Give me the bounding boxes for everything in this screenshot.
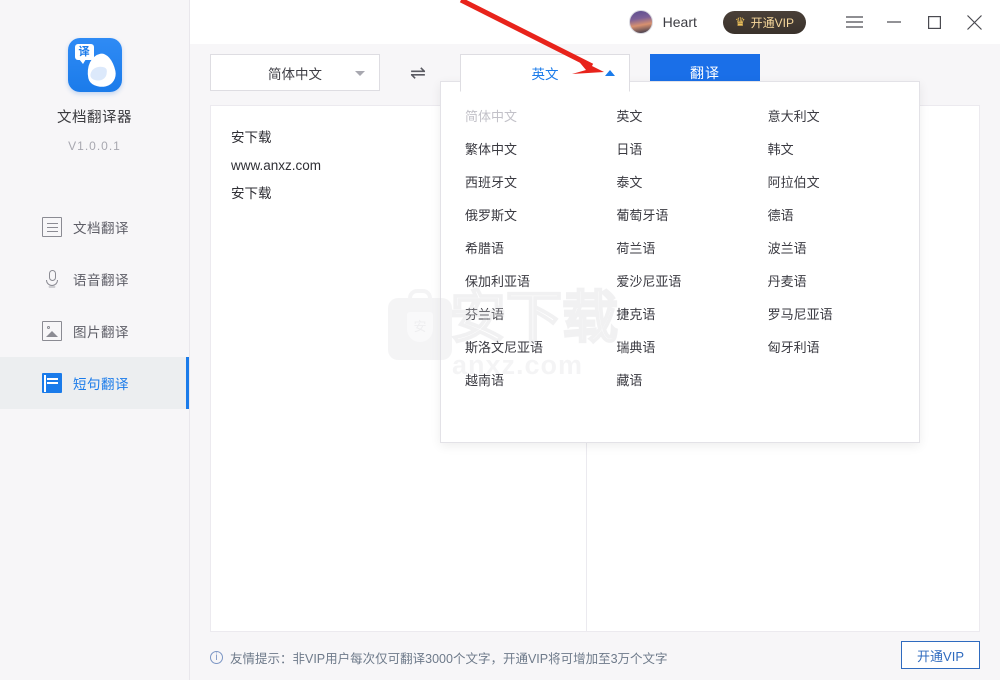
open-vip-button-label: 开通VIP bbox=[750, 15, 794, 30]
language-option[interactable]: 芬兰语 bbox=[465, 298, 616, 331]
avatar bbox=[628, 10, 653, 34]
language-option[interactable]: 日语 bbox=[616, 133, 767, 166]
sidebar: 译 文档翻译器 V1.0.0.1 文档翻译 语音翻译 图片翻译 短句翻译 bbox=[0, 0, 190, 680]
window-controls bbox=[834, 7, 994, 37]
language-option[interactable]: 罗马尼亚语 bbox=[768, 298, 919, 331]
language-option[interactable]: 韩文 bbox=[768, 133, 919, 166]
language-option[interactable]: 越南语 bbox=[465, 364, 616, 397]
language-column-1: 简体中文 繁体中文 西班牙文 俄罗斯文 希腊语 保加利亚语 芬兰语 斯洛文尼亚语… bbox=[465, 100, 616, 397]
chevron-up-icon bbox=[605, 70, 615, 76]
brand-block: 译 文档翻译器 V1.0.0.1 bbox=[0, 0, 189, 153]
language-option[interactable]: 德语 bbox=[768, 199, 919, 232]
sidebar-nav: 文档翻译 语音翻译 图片翻译 短句翻译 bbox=[0, 201, 189, 409]
target-language-select[interactable]: 英文 bbox=[460, 54, 630, 92]
document-icon bbox=[42, 217, 62, 237]
user-block[interactable]: Heart bbox=[628, 10, 697, 34]
username-label: Heart bbox=[662, 14, 697, 30]
maximize-icon[interactable] bbox=[914, 7, 954, 37]
titlebar: Heart ♛ 开通VIP bbox=[190, 0, 1000, 44]
language-option[interactable]: 俄罗斯文 bbox=[465, 199, 616, 232]
language-option[interactable]: 瑞典语 bbox=[616, 331, 767, 364]
tip-text: 友情提示：非VIP用户每次仅可翻译3000个文字，开通VIP将可增加至3万个文字 bbox=[230, 652, 668, 666]
sidebar-item-image-translate[interactable]: 图片翻译 bbox=[0, 305, 189, 357]
chevron-down-icon bbox=[355, 70, 365, 76]
footer-bar: i 友情提示：非VIP用户每次仅可翻译3000个文字，开通VIP将可增加至3万个… bbox=[190, 632, 1000, 680]
open-vip-button[interactable]: ♛ 开通VIP bbox=[722, 10, 806, 34]
language-column-2: 英文 日语 泰文 葡萄牙语 荷兰语 爱沙尼亚语 捷克语 瑞典语 藏语 bbox=[616, 100, 767, 397]
main-content: 简体中文 ⇌ 英文 翻译 简体中文 繁体中文 西班牙文 俄罗斯文 希腊语 保加利… bbox=[190, 44, 1000, 680]
language-option[interactable]: 捷克语 bbox=[616, 298, 767, 331]
language-option[interactable]: 荷兰语 bbox=[616, 232, 767, 265]
language-option[interactable]: 阿拉伯文 bbox=[768, 166, 919, 199]
language-option[interactable]: 丹麦语 bbox=[768, 265, 919, 298]
language-option[interactable]: 爱沙尼亚语 bbox=[616, 265, 767, 298]
microphone-icon bbox=[42, 269, 62, 289]
language-option[interactable]: 斯洛文尼亚语 bbox=[465, 331, 616, 364]
app-title: 文档翻译器 bbox=[57, 110, 132, 126]
app-logo-icon: 译 bbox=[67, 38, 122, 92]
language-option: 简体中文 bbox=[465, 109, 518, 124]
language-option[interactable]: 英文 bbox=[616, 100, 767, 133]
info-icon: i bbox=[210, 651, 223, 664]
logo-badge: 译 bbox=[74, 44, 94, 64]
sidebar-item-label: 短句翻译 bbox=[73, 377, 129, 392]
tip-block: i 友情提示：非VIP用户每次仅可翻译3000个文字，开通VIP将可增加至3万个… bbox=[210, 648, 668, 667]
swap-languages-button[interactable]: ⇌ bbox=[403, 62, 433, 84]
language-option[interactable]: 意大利文 bbox=[768, 100, 919, 133]
sentence-icon bbox=[42, 373, 62, 393]
language-option[interactable]: 藏语 bbox=[616, 364, 767, 397]
language-option[interactable]: 波兰语 bbox=[768, 232, 919, 265]
language-option[interactable]: 葡萄牙语 bbox=[616, 199, 767, 232]
source-language-select[interactable]: 简体中文 bbox=[210, 54, 380, 91]
crown-icon: ♛ bbox=[734, 15, 746, 29]
language-option[interactable]: 保加利亚语 bbox=[465, 265, 616, 298]
sidebar-item-label: 语音翻译 bbox=[73, 273, 129, 288]
source-language-value: 简体中文 bbox=[268, 66, 322, 82]
language-dropdown-panel: 简体中文 繁体中文 西班牙文 俄罗斯文 希腊语 保加利亚语 芬兰语 斯洛文尼亚语… bbox=[440, 81, 920, 443]
sidebar-item-voice-translate[interactable]: 语音翻译 bbox=[0, 253, 189, 305]
footer-open-vip-button[interactable]: 开通VIP bbox=[901, 641, 980, 669]
language-option[interactable]: 繁体中文 bbox=[465, 133, 616, 166]
image-icon bbox=[42, 321, 62, 341]
language-option[interactable]: 泰文 bbox=[616, 166, 767, 199]
sidebar-item-sentence-translate[interactable]: 短句翻译 bbox=[0, 357, 189, 409]
hamburger-icon[interactable] bbox=[834, 7, 874, 37]
close-icon[interactable] bbox=[954, 7, 994, 37]
language-option[interactable]: 匈牙利语 bbox=[768, 331, 919, 364]
target-language-value: 英文 bbox=[531, 67, 559, 82]
sidebar-item-document-translate[interactable]: 文档翻译 bbox=[0, 201, 189, 253]
app-version: V1.0.0.1 bbox=[68, 139, 121, 153]
sidebar-item-label: 图片翻译 bbox=[73, 325, 129, 340]
minimize-icon[interactable] bbox=[874, 7, 914, 37]
language-option[interactable]: 西班牙文 bbox=[465, 166, 616, 199]
sidebar-item-label: 文档翻译 bbox=[73, 221, 129, 236]
swap-icon: ⇌ bbox=[410, 62, 426, 84]
language-columns: 简体中文 繁体中文 西班牙文 俄罗斯文 希腊语 保加利亚语 芬兰语 斯洛文尼亚语… bbox=[441, 100, 919, 397]
language-column-3: 意大利文 韩文 阿拉伯文 德语 波兰语 丹麦语 罗马尼亚语 匈牙利语 bbox=[768, 100, 919, 397]
app-window: 译 文档翻译器 V1.0.0.1 文档翻译 语音翻译 图片翻译 短句翻译 Hea… bbox=[0, 0, 1000, 680]
language-option[interactable]: 希腊语 bbox=[465, 232, 616, 265]
